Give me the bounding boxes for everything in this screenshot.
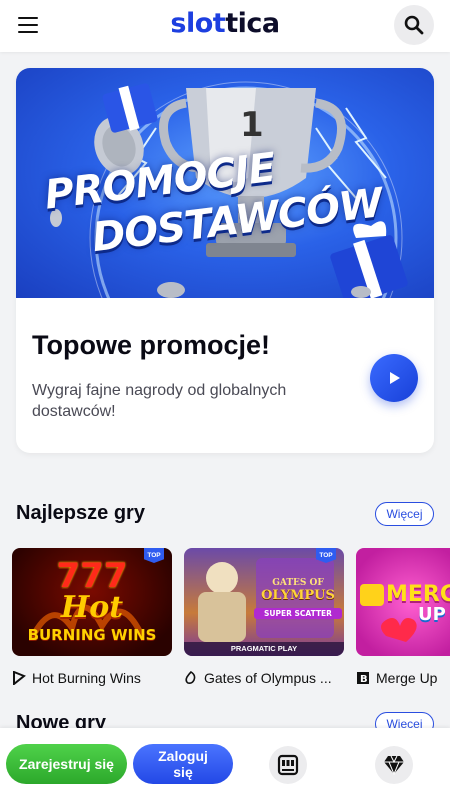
bottom-action-bar: Zarejestruj się Zaloguj się: [0, 728, 450, 800]
svg-text:1: 1: [240, 105, 264, 145]
game-name-gates-of-olympus[interactable]: Gates of Olympus ...: [184, 670, 344, 686]
logo-part-2: tica: [225, 8, 280, 39]
game-tile-hot-burning-wins[interactable]: 777 Hot BURNING WINS TOP: [12, 548, 172, 656]
more-button[interactable]: Więcej: [375, 502, 434, 526]
game-name-label: Hot Burning Wins: [32, 670, 141, 686]
slot-machine-button[interactable]: [269, 746, 307, 784]
play-icon: [390, 372, 400, 384]
register-button[interactable]: Zarejestruj się: [6, 744, 127, 784]
diamond-icon: [384, 755, 404, 775]
login-label-line-2: się: [173, 764, 193, 780]
tile-title-olympus: OLYMPUS: [261, 588, 335, 603]
svg-text:B: B: [360, 674, 368, 685]
section-best-games: Najlepsze gry Więcej: [16, 502, 434, 530]
game-name-label: Gates of Olympus ...: [204, 670, 332, 686]
promo-title: Topowe promocje!: [32, 330, 271, 360]
tile-title-up: UP: [418, 604, 446, 625]
tile-title-burning-wins: BURNING WINS: [27, 626, 157, 644]
promo-play-button[interactable]: [370, 354, 418, 402]
login-button[interactable]: Zaloguj się: [133, 744, 233, 784]
login-label: Zaloguj się: [158, 748, 208, 780]
game-tile-merge-up[interactable]: MERGE UP: [356, 548, 450, 656]
vip-button[interactable]: [375, 746, 413, 784]
logo-part-1: slot: [170, 8, 226, 39]
provider-icon: [185, 671, 196, 684]
promo-description: Wygraj fajne nagrody od globalnych dosta…: [32, 382, 287, 420]
provider-icon: B: [357, 672, 369, 685]
login-label-line-1: Zaloguj: [158, 748, 208, 764]
promo-banner-image: 1 PROMOCJE DOSTAWCÓW: [16, 68, 434, 298]
site-logo[interactable]: slottica: [0, 8, 450, 39]
promo-card[interactable]: 1 PROMOCJE DOSTAWCÓW Topowe promocje! Wy…: [16, 68, 434, 453]
game-name-hot-burning-wins[interactable]: Hot Burning Wins: [12, 670, 172, 686]
game-tile-gates-of-olympus[interactable]: GATES OF OLYMPUS SUPER SCATTER PRAGMATIC…: [184, 548, 344, 656]
tile-title-hot: Hot: [60, 590, 124, 625]
game-name-label: Merge Up: [376, 670, 438, 686]
tile-title-super-scatter: SUPER SCATTER: [254, 608, 342, 619]
tile-title-gates-of: GATES OF: [272, 578, 324, 588]
slot-machine-icon: [277, 754, 299, 776]
game-name-merge-up[interactable]: B Merge Up: [356, 670, 450, 686]
provider-icon: [13, 671, 26, 685]
search-icon: [404, 15, 424, 35]
top-header: slottica: [0, 0, 450, 52]
search-button[interactable]: [394, 5, 434, 45]
tile-provider: PRAGMATIC PLAY: [184, 642, 344, 656]
section-title: Najlepsze gry: [16, 502, 145, 524]
